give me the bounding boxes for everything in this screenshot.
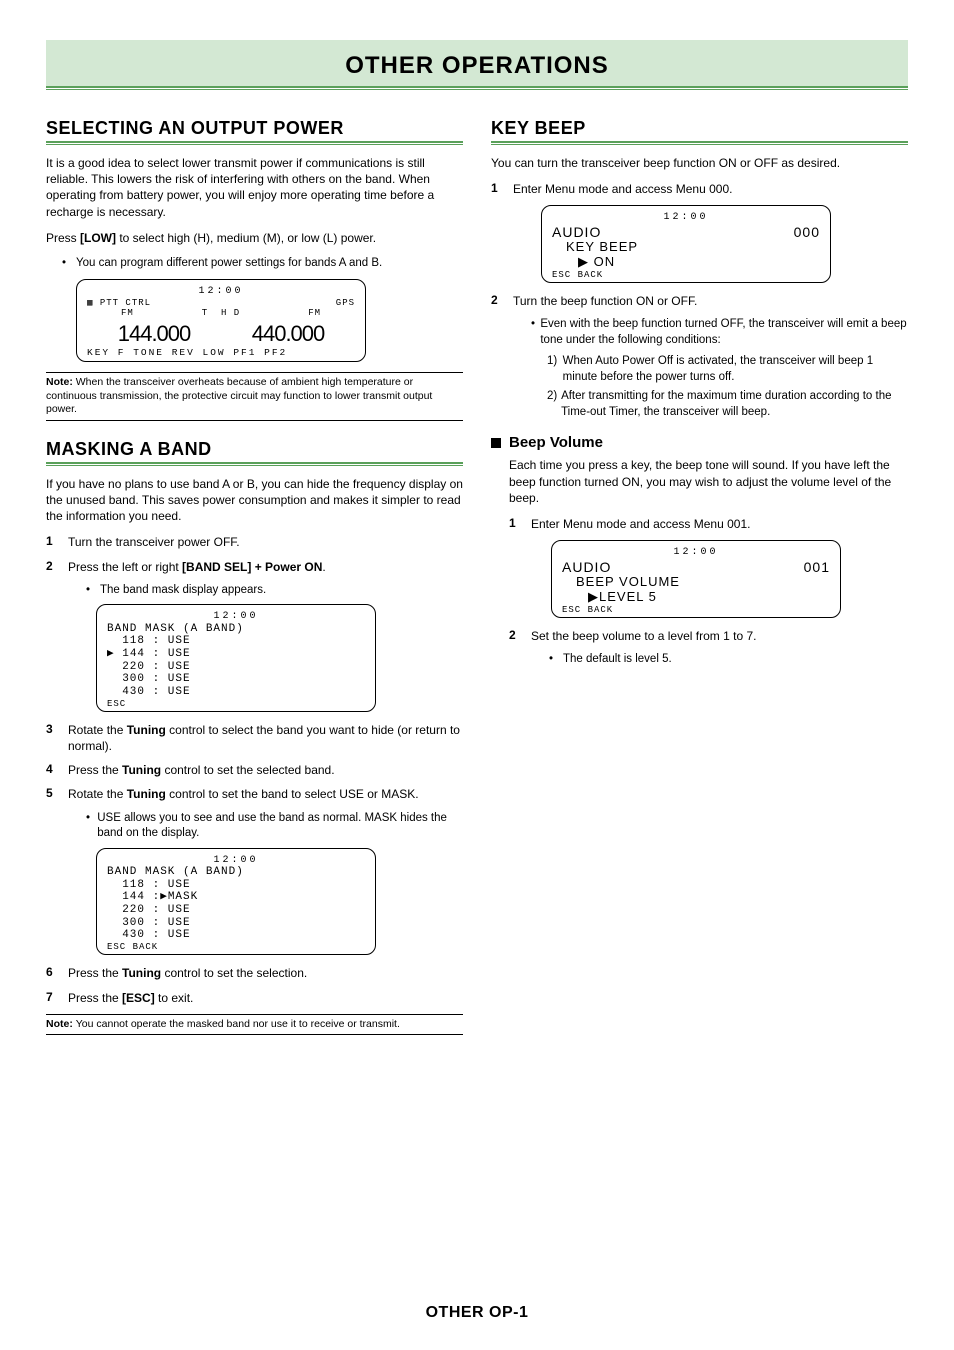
paragraph: It is a good idea to select lower transm…: [46, 155, 463, 220]
page-footer: OTHER OP-1: [0, 1304, 954, 1322]
section-heading-masking: MASKING A BAND: [46, 439, 463, 460]
right-column: KEY BEEP You can turn the transceiver be…: [491, 118, 908, 1053]
section-rule: [46, 141, 463, 145]
section-rule: [491, 141, 908, 145]
square-bullet-icon: [491, 438, 501, 448]
lcd-display-bandmask-1: 12:00 BAND MASK (A BAND) 118 : USE ▶ 144…: [96, 604, 376, 712]
sub-bullet: •USE allows you to see and use the band …: [86, 811, 463, 842]
lcd-display-bandmask-2: 12:00 BAND MASK (A BAND) 118 : USE 144 :…: [96, 848, 376, 956]
step-7: 7Press the [ESC] to exit.: [46, 990, 463, 1006]
bullet-item: •You can program different power setting…: [62, 256, 463, 272]
section-heading-key-beep: KEY BEEP: [491, 118, 908, 139]
step-1: 1Enter Menu mode and access Menu 000.: [491, 181, 908, 197]
page-title: OTHER OPERATIONS: [46, 52, 908, 80]
title-underline: [46, 86, 908, 90]
sub-bullet: •The band mask display appears.: [86, 583, 463, 599]
lcd-display-frequency: 12:00 ▦ PTT CTRL GPS FM T H D FM 144.000…: [76, 279, 366, 361]
sub-bullet: •The default is level 5.: [549, 652, 908, 668]
step-5: 5Rotate the Tuning control to set the ba…: [46, 786, 463, 802]
step-3: 3Rotate the Tuning control to select the…: [46, 722, 463, 754]
step-2: 2Turn the beep function ON or OFF.: [491, 293, 908, 309]
paragraph: Press [LOW] to select high (H), medium (…: [46, 230, 463, 246]
inner-step-2: 2)After transmitting for the maximum tim…: [547, 389, 908, 420]
paragraph: Each time you press a key, the beep tone…: [509, 457, 908, 506]
step-4: 4Press the Tuning control to set the sel…: [46, 762, 463, 778]
section-rule: [46, 462, 463, 466]
step-6: 6Press the Tuning control to set the sel…: [46, 965, 463, 981]
step-1: 1Turn the transceiver power OFF.: [46, 534, 463, 550]
paragraph: You can turn the transceiver beep functi…: [491, 155, 908, 171]
left-column: SELECTING AN OUTPUT POWER It is a good i…: [46, 118, 463, 1053]
sub-step-1: 1Enter Menu mode and access Menu 001.: [509, 516, 908, 532]
header-band: OTHER OPERATIONS: [46, 40, 908, 86]
lcd-display-menu-000: 12:00 AUDIO 000 KEY BEEP ▶ ON ESC BACK: [541, 205, 831, 283]
subsection-heading-beep-volume: Beep Volume: [491, 434, 908, 451]
paragraph: If you have no plans to use band A or B,…: [46, 476, 463, 525]
note-box: Note: When the transceiver overheats bec…: [46, 372, 463, 421]
sub-step-2: 2Set the beep volume to a level from 1 t…: [509, 628, 908, 644]
note-box: Note: You cannot operate the masked band…: [46, 1014, 463, 1036]
lcd-display-menu-001: 12:00 AUDIO 001 BEEP VOLUME ▶LEVEL 5 ESC…: [551, 540, 841, 618]
section-heading-output-power: SELECTING AN OUTPUT POWER: [46, 118, 463, 139]
sub-bullet: •Even with the beep function turned OFF,…: [531, 317, 908, 348]
inner-step-1: 1)When Auto Power Off is activated, the …: [547, 354, 908, 385]
step-2: 2Press the left or right [BAND SEL] + Po…: [46, 559, 463, 575]
